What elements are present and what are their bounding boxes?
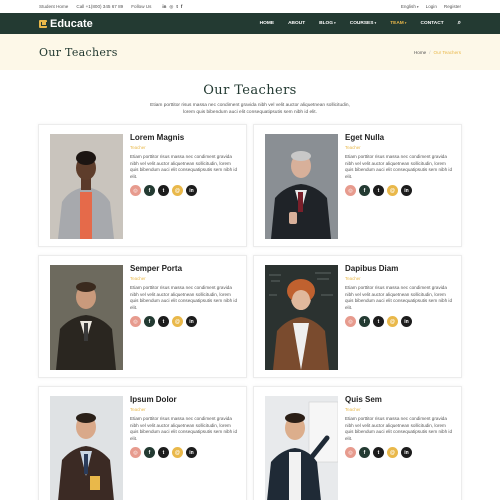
teacher-bio: Etiam porttitor risus massa nec condimen…: [345, 285, 452, 310]
teacher-photo: [265, 134, 338, 239]
social-links: ◎ f t @ in: [130, 185, 240, 197]
email-icon[interactable]: @: [172, 316, 183, 328]
teacher-name[interactable]: Lorem Magnis: [130, 133, 240, 142]
social-links: ◎ f t @ in: [345, 185, 455, 197]
twitter-icon[interactable]: t: [158, 316, 169, 328]
breadcrumb: Home / Our Teachers: [414, 50, 461, 55]
facebook-icon[interactable]: f: [359, 185, 370, 197]
facebook-icon[interactable]: f: [359, 316, 370, 328]
teacher-photo: [50, 265, 123, 370]
teacher-card: Dapibus Diam Teacher Etiam porttitor ris…: [253, 255, 462, 378]
teacher-name[interactable]: Eget Nulla: [345, 133, 455, 142]
main-navbar: Educate HOME ABOUT BLOG COURSES TEAM CON…: [0, 13, 500, 34]
twitter-icon[interactable]: t: [176, 4, 178, 10]
dribbble-icon[interactable]: ◎: [130, 447, 141, 459]
email-icon[interactable]: @: [172, 185, 183, 197]
teachers-grid: Lorem Magnis Teacher Etiam porttitor ris…: [38, 124, 462, 500]
brand-name: Educate: [50, 17, 93, 30]
teacher-name[interactable]: Quis Sem: [345, 395, 455, 404]
facebook-icon[interactable]: f: [181, 4, 183, 10]
teacher-role: Teacher: [130, 407, 146, 412]
nav-item-contact[interactable]: CONTACT: [421, 21, 444, 26]
linkedin-icon[interactable]: in: [186, 447, 197, 459]
social-links: ◎ f t @ in: [345, 447, 455, 459]
phone-number: Call +1(800) 345 67 89: [76, 4, 124, 9]
social-links: ◎ f t @ in: [345, 316, 455, 328]
logo-icon: [39, 19, 47, 28]
search-icon[interactable]: ⌕: [458, 20, 461, 27]
teacher-name[interactable]: Ipsum Dolor: [130, 395, 240, 404]
twitter-icon[interactable]: t: [373, 316, 384, 328]
language-select[interactable]: English: [401, 4, 419, 9]
dribbble-icon[interactable]: ◎: [130, 185, 141, 197]
page-title: Our Teachers: [39, 45, 118, 59]
student-home-link[interactable]: Student Home: [39, 4, 68, 9]
social-links: ◎ f t @ in: [130, 447, 240, 459]
twitter-icon[interactable]: t: [373, 447, 384, 459]
teacher-role: Teacher: [345, 407, 361, 412]
page-header: Our Teachers Home / Our Teachers: [0, 34, 500, 70]
follow-us-label: Follow Us: [131, 4, 152, 9]
email-icon[interactable]: @: [387, 185, 398, 197]
linkedin-icon[interactable]: in: [186, 185, 197, 197]
facebook-icon[interactable]: f: [359, 447, 370, 459]
teacher-name[interactable]: Dapibus Diam: [345, 264, 455, 273]
nav-item-home[interactable]: HOME: [260, 21, 274, 26]
facebook-icon[interactable]: f: [144, 316, 155, 328]
nav-item-blog[interactable]: BLOG: [319, 21, 336, 26]
nav-item-about[interactable]: ABOUT: [288, 21, 305, 26]
teacher-bio: Etiam porttitor risus massa nec condimen…: [345, 416, 452, 441]
breadcrumb-home[interactable]: Home: [414, 50, 426, 55]
top-bar: Student Home Call +1(800) 345 67 89 Foll…: [0, 0, 500, 13]
login-link[interactable]: Login: [426, 4, 437, 9]
linkedin-icon[interactable]: in: [401, 316, 412, 328]
teacher-role: Teacher: [130, 276, 146, 281]
instagram-icon[interactable]: ◎: [169, 4, 173, 10]
teacher-role: Teacher: [345, 145, 361, 150]
teacher-bio: Etiam porttitor risus massa nec condimen…: [130, 154, 237, 179]
dribbble-icon[interactable]: ◎: [345, 316, 356, 328]
dribbble-icon[interactable]: ◎: [345, 447, 356, 459]
teacher-bio: Etiam porttitor risus massa nec condimen…: [130, 416, 237, 441]
twitter-icon[interactable]: t: [158, 185, 169, 197]
teacher-bio: Etiam porttitor risus massa nec condimen…: [130, 285, 237, 310]
linkedin-icon[interactable]: in: [401, 447, 412, 459]
brand-logo[interactable]: Educate: [39, 18, 93, 30]
teacher-card: Semper Porta Teacher Etiam porttitor ris…: [38, 255, 247, 378]
email-icon[interactable]: @: [172, 447, 183, 459]
teacher-role: Teacher: [130, 145, 146, 150]
teacher-photo: [50, 134, 123, 239]
nav-item-courses[interactable]: COURSES: [350, 21, 376, 26]
social-links: ◎ f t @ in: [130, 316, 240, 328]
teacher-card: Ipsum Dolor Teacher Etiam porttitor risu…: [38, 386, 247, 500]
teacher-card: Quis Sem Teacher Etiam porttitor risus m…: [253, 386, 462, 500]
email-icon[interactable]: @: [387, 447, 398, 459]
teacher-photo: [265, 265, 338, 370]
nav-menu: HOME ABOUT BLOG COURSES TEAM CONTACT ⌕: [260, 20, 461, 27]
dribbble-icon[interactable]: ◎: [130, 316, 141, 328]
register-link[interactable]: Register: [444, 4, 461, 9]
dribbble-icon[interactable]: ◎: [345, 185, 356, 197]
linkedin-icon[interactable]: in: [186, 316, 197, 328]
linkedin-icon[interactable]: in: [401, 185, 412, 197]
teacher-bio: Etiam porttitor risus massa nec condimen…: [345, 154, 452, 179]
facebook-icon[interactable]: f: [144, 447, 155, 459]
breadcrumb-current: Our Teachers: [433, 49, 462, 55]
twitter-icon[interactable]: t: [158, 447, 169, 459]
linkedin-icon[interactable]: in: [162, 4, 166, 10]
email-icon[interactable]: @: [387, 316, 398, 328]
section-description: Etiam porttitor risus massa nec condimen…: [150, 103, 350, 115]
teacher-name[interactable]: Semper Porta: [130, 264, 240, 273]
breadcrumb-separator: /: [429, 49, 431, 55]
facebook-icon[interactable]: f: [144, 185, 155, 197]
teacher-photo: [265, 396, 338, 500]
nav-item-team[interactable]: TEAM: [390, 21, 406, 26]
section-title: Our Teachers: [203, 83, 297, 98]
teacher-role: Teacher: [345, 276, 361, 281]
teacher-photo: [50, 396, 123, 500]
twitter-icon[interactable]: t: [373, 185, 384, 197]
teacher-card: Eget Nulla Teacher Etiam porttitor risus…: [253, 124, 462, 247]
teacher-card: Lorem Magnis Teacher Etiam porttitor ris…: [38, 124, 247, 247]
